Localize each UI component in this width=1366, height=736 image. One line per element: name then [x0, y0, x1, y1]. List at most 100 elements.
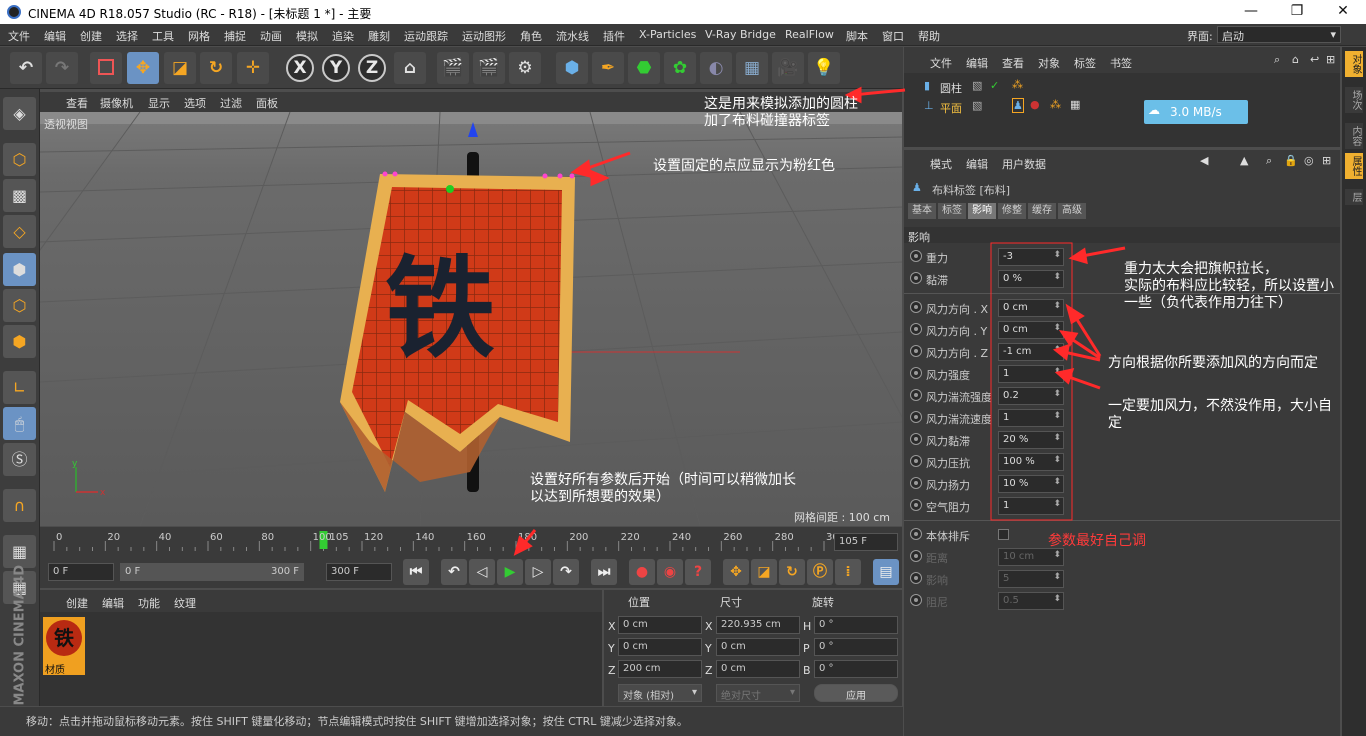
menu-window[interactable]: 窗口: [882, 28, 904, 44]
cloth-tag-icon[interactable]: ♟: [1012, 98, 1024, 113]
new-manager-icon[interactable]: ⊞: [1322, 154, 1331, 167]
menu-file[interactable]: 文件: [8, 28, 30, 44]
pen-spline-icon[interactable]: ✒: [592, 52, 624, 84]
material-swatch[interactable]: 铁 材质: [43, 617, 85, 676]
tab-tag[interactable]: 标签: [938, 203, 966, 219]
animate-dot-icon[interactable]: [910, 301, 922, 313]
interface-select[interactable]: 启动 ▾: [1217, 26, 1341, 43]
coord-mode-select[interactable]: 对象 (相对) ▾: [618, 684, 702, 702]
search-icon[interactable]: ⌕: [1274, 53, 1280, 67]
model-mode-icon[interactable]: ⬡: [3, 143, 36, 176]
previous-frame-icon[interactable]: ◁: [469, 559, 495, 585]
tab-basic[interactable]: 基本: [908, 203, 936, 219]
cloner-icon[interactable]: ✿: [664, 52, 696, 84]
visibility-icon[interactable]: ▧: [972, 79, 982, 92]
menu-character[interactable]: 角色: [520, 28, 542, 44]
timeline-window-icon[interactable]: ▤: [873, 559, 899, 585]
camera-icon[interactable]: 🎥: [772, 52, 804, 84]
viewport-menu-display[interactable]: 显示: [148, 95, 170, 111]
object-menu-view[interactable]: 查看: [1002, 55, 1024, 71]
key-position-icon[interactable]: ✥: [723, 559, 749, 585]
material-menu-edit[interactable]: 编辑: [102, 595, 124, 611]
viewport-menu-panel[interactable]: 面板: [256, 95, 278, 111]
menu-edit[interactable]: 编辑: [44, 28, 66, 44]
param-wind-y[interactable]: 风力方向 . Y 0 cm: [904, 319, 1340, 341]
apply-button[interactable]: 应用: [814, 684, 898, 702]
param-value-field[interactable]: -3: [998, 248, 1064, 266]
menu-realflow[interactable]: RealFlow: [785, 28, 834, 41]
param-value-field[interactable]: 10 %: [998, 475, 1064, 493]
object-menu-objects[interactable]: 对象: [1038, 55, 1060, 71]
cube-primitive-icon[interactable]: ⬢: [556, 52, 588, 84]
param-value-field[interactable]: 0 cm: [998, 299, 1064, 317]
size-z-field[interactable]: 0 cm: [716, 660, 800, 678]
polygons-mode-icon[interactable]: ⬢: [3, 325, 36, 358]
go-to-end-icon[interactable]: ⏭: [591, 559, 617, 585]
rotation-p-field[interactable]: 0 °: [814, 638, 898, 656]
param-value-field[interactable]: 100 %: [998, 453, 1064, 471]
previous-key-icon[interactable]: ↶: [441, 559, 467, 585]
animate-dot-icon[interactable]: [910, 455, 922, 467]
timeline[interactable]: 0 20 40 60 80 100 105 120 140 160 180 200 220 240 260 2…: [40, 527, 902, 556]
start-frame-field[interactable]: 0 F: [48, 563, 114, 581]
tab-cache[interactable]: 缓存: [1028, 203, 1056, 219]
light-icon[interactable]: 💡: [808, 52, 840, 84]
viewport-menu-filter[interactable]: 过滤: [220, 95, 242, 111]
menu-vray-bridge[interactable]: V-Ray Bridge: [705, 28, 776, 41]
menu-pipeline[interactable]: 流水线: [556, 28, 589, 44]
menu-x-particles[interactable]: X-Particles: [639, 28, 696, 41]
object-menu-tags[interactable]: 标签: [1074, 55, 1096, 71]
param-air-resistance[interactable]: 空气阻力 1: [904, 495, 1340, 517]
enabled-check-icon[interactable]: ✓: [990, 79, 999, 92]
next-frame-icon[interactable]: ▷: [525, 559, 551, 585]
param-value-field[interactable]: 1: [998, 497, 1064, 515]
back-icon[interactable]: ↩: [1310, 53, 1319, 66]
menu-select[interactable]: 选择: [116, 28, 138, 44]
material-menu-function[interactable]: 功能: [138, 595, 160, 611]
floor-icon[interactable]: ▦: [736, 52, 768, 84]
workplane-icon[interactable]: ◇: [3, 215, 36, 248]
live-selection-icon[interactable]: [90, 52, 122, 84]
redo-button[interactable]: ↷: [46, 52, 78, 84]
viewport-menu-camera[interactable]: 摄像机: [100, 95, 133, 111]
y-axis-lock-button[interactable]: Y: [322, 54, 350, 82]
animate-dot-icon[interactable]: [910, 389, 922, 401]
maximize-button[interactable]: ❐: [1274, 0, 1320, 24]
animate-dot-icon[interactable]: [910, 433, 922, 445]
snap-magnet-icon[interactable]: ∩: [3, 489, 36, 522]
key-rotation-icon[interactable]: ↻: [779, 559, 805, 585]
animate-dot-icon[interactable]: [910, 250, 922, 262]
rotation-h-field[interactable]: 0 °: [814, 616, 898, 634]
menu-plugins[interactable]: 插件: [603, 28, 625, 44]
edges-mode-icon[interactable]: ⬡: [3, 289, 36, 322]
tab-dress[interactable]: 修整: [998, 203, 1026, 219]
frame-range-slider[interactable]: 0 F 300 F: [120, 563, 304, 581]
expand-icon[interactable]: ⊞: [1326, 53, 1335, 66]
key-scale-icon[interactable]: ◪: [751, 559, 777, 585]
attr-menu-edit[interactable]: 编辑: [966, 156, 988, 172]
rotation-b-field[interactable]: 0 °: [814, 660, 898, 678]
animate-dot-icon[interactable]: [910, 345, 922, 357]
render-settings-icon[interactable]: ⚙: [509, 52, 541, 84]
object-menu-file[interactable]: 文件: [930, 55, 952, 71]
param-value-field[interactable]: 0 %: [998, 270, 1064, 288]
menu-motion-tracking[interactable]: 运动跟踪: [404, 28, 448, 44]
param-value-field[interactable]: 1: [998, 365, 1064, 383]
sculpt-grid-icon[interactable]: ▦: [3, 535, 36, 568]
param-value-field[interactable]: 0.2: [998, 387, 1064, 405]
animate-dot-icon[interactable]: [910, 499, 922, 511]
position-y-field[interactable]: 0 cm: [618, 638, 702, 656]
end-frame-field[interactable]: 300 F: [326, 563, 392, 581]
menu-sculpt[interactable]: 雕刻: [368, 28, 390, 44]
lock-icon[interactable]: 🔒: [1284, 154, 1298, 167]
animate-dot-icon[interactable]: [910, 323, 922, 335]
target-icon[interactable]: ◎: [1304, 154, 1314, 167]
menu-script[interactable]: 脚本: [846, 28, 868, 44]
position-x-field[interactable]: 0 cm: [618, 616, 702, 634]
object-row-cylinder[interactable]: ▮ 圆柱 ▧ ✓ ⁂: [904, 77, 1340, 95]
param-wind-response[interactable]: 风力压抗 100 %: [904, 451, 1340, 473]
menu-mesh[interactable]: 网格: [188, 28, 210, 44]
param-wind-lift[interactable]: 风力扬力 10 %: [904, 473, 1340, 495]
size-y-field[interactable]: 0 cm: [716, 638, 800, 656]
param-value-field[interactable]: 1: [998, 409, 1064, 427]
